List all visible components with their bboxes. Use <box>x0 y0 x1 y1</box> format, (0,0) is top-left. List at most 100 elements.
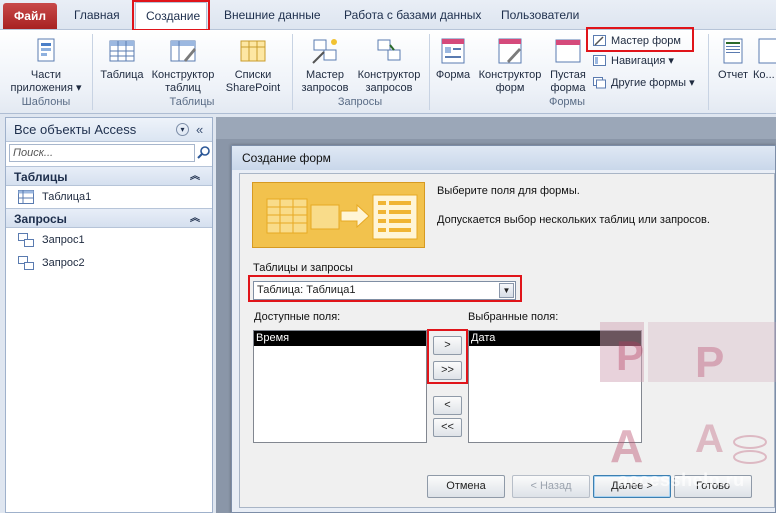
add-field-button[interactable]: > <box>433 336 462 355</box>
form-wizard-label: Мастер форм <box>611 35 681 47</box>
form-wizard-dialog: Создание форм Выберите поля для формы. Д… <box>231 145 776 513</box>
add-all-fields-button[interactable]: >> <box>433 361 462 380</box>
chevron-down-icon[interactable]: ▼ <box>499 283 514 298</box>
table-designer-label: Конструктор таблиц <box>151 69 215 94</box>
table-designer-button[interactable]: Конструктор таблиц <box>146 36 220 95</box>
wizard-banner-image <box>252 182 425 248</box>
other-forms-icon <box>593 77 606 89</box>
watermark-text: accesshelp.ru <box>618 470 745 490</box>
query-designer-button[interactable]: Конструктор запросов <box>354 36 424 95</box>
wizard-instruction: Выберите поля для формы. <box>437 185 580 197</box>
ribbon-tab-bar: Файл Главная Создание Внешние данные Раб… <box>0 0 776 30</box>
workspace-top-strip <box>216 117 776 139</box>
sharepoint-list-icon <box>240 40 266 62</box>
table-icon <box>18 190 34 205</box>
navigation-pane: Все объекты Access ▾ « Поиск... Таблицы … <box>5 117 213 513</box>
table-label: Таблица <box>100 69 144 81</box>
query-wizard-button[interactable]: Мастер запросов <box>296 36 354 95</box>
group-label-templates: Шаблоны <box>21 96 71 108</box>
form-button[interactable]: Форма <box>432 36 474 82</box>
wizard-illustration-icon <box>266 194 418 240</box>
nav-pane-header[interactable]: Все объекты Access ▾ « <box>6 118 212 142</box>
table-icon <box>109 40 135 62</box>
query-icon <box>18 256 34 271</box>
query-icon <box>18 233 34 248</box>
available-fields-label: Доступные поля: <box>254 311 341 323</box>
navigation-button[interactable]: Навигация ▾ <box>593 52 689 70</box>
back-button[interactable]: < Назад <box>512 475 590 498</box>
nav-pane-title: Все объекты Access <box>14 122 137 137</box>
table-designer-icon <box>170 40 196 62</box>
report-designer-icon <box>758 38 776 64</box>
source-select-value: Таблица: Таблица1 <box>257 284 356 296</box>
nav-item-query2-label: Запрос2 <box>42 257 85 269</box>
form-designer-label: Конструктор форм <box>478 69 542 94</box>
sharepoint-lists-button[interactable]: Списки SharePoint <box>220 36 286 95</box>
collapse-up-icon[interactable]: ︽ <box>190 167 200 187</box>
nav-search-input[interactable]: Поиск... <box>9 144 195 162</box>
nav-section-queries-label: Запросы <box>14 212 67 226</box>
app-parts-label: Части приложения <box>10 69 73 94</box>
nav-section-tables[interactable]: Таблицы ︽ <box>6 166 212 186</box>
blank-form-icon <box>555 39 581 63</box>
report-icon <box>723 38 743 64</box>
other-forms-button[interactable]: Другие формы ▾ <box>593 74 697 92</box>
table-button[interactable]: Таблица <box>98 36 146 82</box>
list-item[interactable]: Дата <box>469 331 641 346</box>
tab-external-data[interactable]: Внешние данные <box>214 2 331 29</box>
collapse-up-icon[interactable]: ︽ <box>190 209 200 229</box>
query-wizard-icon <box>312 39 337 64</box>
tab-users[interactable]: Пользователи <box>491 2 589 29</box>
tab-create[interactable]: Создание <box>135 2 207 29</box>
source-label: Таблицы и запросы <box>253 262 353 274</box>
blank-form-label: Пустая форма <box>550 69 586 94</box>
report-designer-label: Ко... <box>753 69 775 81</box>
group-separator <box>92 34 93 110</box>
remove-all-fields-button[interactable]: << <box>433 418 462 437</box>
report-designer-button[interactable]: Ко... <box>753 36 776 82</box>
navigation-label: Навигация <box>611 55 666 67</box>
selected-fields-list[interactable]: Дата <box>468 330 642 443</box>
tab-file[interactable]: Файл <box>3 3 57 29</box>
blank-form-button[interactable]: Пустая форма <box>546 36 590 95</box>
nav-item-query1[interactable]: Запрос1 <box>18 231 85 249</box>
sharepoint-lists-label: Списки SharePoint <box>225 69 281 94</box>
app-parts-button[interactable]: Части приложения ▾ <box>6 36 86 95</box>
tab-database-tools[interactable]: Работа с базами данных <box>334 2 491 29</box>
form-designer-button[interactable]: Конструктор форм <box>474 36 546 95</box>
form-icon <box>441 38 465 64</box>
nav-section-tables-label: Таблицы <box>14 170 68 184</box>
form-label: Форма <box>435 69 471 81</box>
nav-item-table1[interactable]: Таблица1 <box>18 188 91 206</box>
form-designer-icon <box>498 38 522 64</box>
form-wizard-button[interactable]: Мастер форм <box>593 32 689 50</box>
app-parts-icon <box>37 38 55 62</box>
group-separator <box>292 34 293 110</box>
tab-home[interactable]: Главная <box>64 2 130 29</box>
list-item[interactable]: Время <box>254 331 426 346</box>
report-button[interactable]: Отчет <box>713 36 753 82</box>
cancel-button[interactable]: Отмена <box>427 475 505 498</box>
group-label-queries: Запросы <box>337 96 383 108</box>
dialog-title: Создание форм <box>232 146 775 170</box>
query-wizard-label: Мастер запросов <box>301 69 349 94</box>
nav-section-queries[interactable]: Запросы ︽ <box>6 208 212 228</box>
dialog-body: Выберите поля для формы. Допускается выб… <box>239 173 775 508</box>
group-separator <box>708 34 709 110</box>
group-label-tables: Таблицы <box>169 96 215 108</box>
search-icon[interactable] <box>197 145 211 159</box>
query-designer-icon <box>377 39 401 61</box>
report-label: Отчет <box>717 69 749 81</box>
nav-item-table1-label: Таблица1 <box>42 191 92 203</box>
nav-item-query2[interactable]: Запрос2 <box>18 254 85 272</box>
group-separator <box>429 34 430 110</box>
ribbon: Части приложения ▾ Шаблоны Таблица Конст… <box>0 30 776 114</box>
form-wizard-icon <box>593 35 606 47</box>
collapse-pane-icon[interactable]: « <box>196 118 203 142</box>
available-fields-list[interactable]: Время <box>253 330 427 443</box>
group-label-forms: Формы <box>548 96 586 108</box>
nav-menu-chevron-icon[interactable]: ▾ <box>176 123 189 136</box>
remove-field-button[interactable]: < <box>433 396 462 415</box>
source-select[interactable]: Таблица: Таблица1 ▼ <box>253 281 516 300</box>
nav-item-query1-label: Запрос1 <box>42 234 85 246</box>
